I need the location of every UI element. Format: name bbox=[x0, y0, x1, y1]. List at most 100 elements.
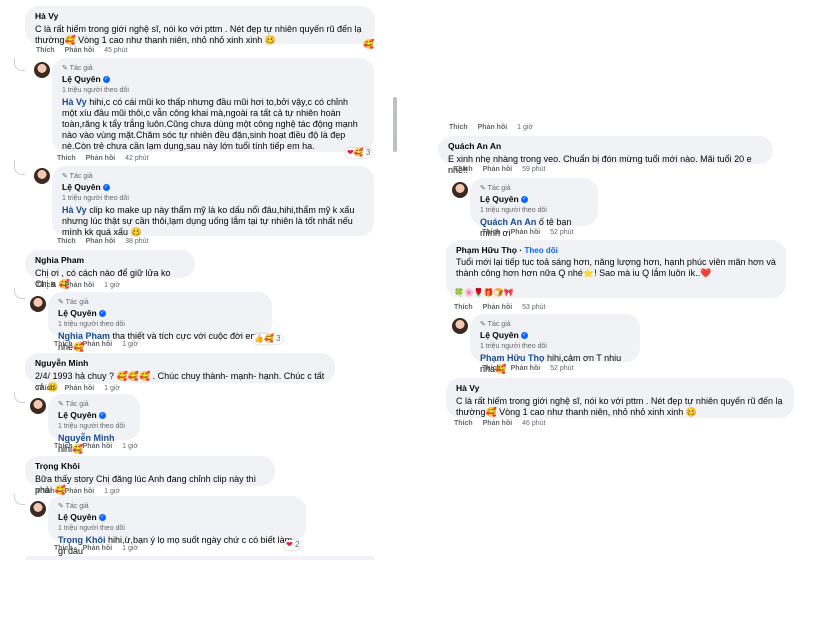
timestamp: 1 giờ bbox=[104, 385, 121, 392]
avatar[interactable] bbox=[34, 168, 50, 184]
followers-count: 1 triệu người theo dõi bbox=[62, 87, 129, 94]
tagged-user[interactable]: Nghia Pham bbox=[58, 331, 110, 341]
author-badge: ✎ Tác giả bbox=[58, 401, 89, 408]
reply-button[interactable]: Phản hồi bbox=[478, 124, 508, 131]
comment-actions: Thích Phản hồi 1 giờ bbox=[36, 282, 128, 289]
avatar[interactable] bbox=[452, 182, 468, 198]
reply-button[interactable]: Phản hồi bbox=[83, 545, 113, 552]
like-button[interactable]: Thích bbox=[36, 385, 55, 392]
verified-icon: ✓ bbox=[98, 412, 106, 420]
comment-author[interactable]: Nghia Pham bbox=[35, 255, 185, 266]
tagged-user[interactable]: Hà Vy bbox=[62, 97, 87, 107]
scrollbar[interactable] bbox=[393, 97, 397, 152]
reply-actions: Thích Phản hồi 1 giờ bbox=[54, 545, 146, 552]
avatar[interactable] bbox=[34, 62, 50, 78]
reaction-count[interactable]: ❤ 2 bbox=[284, 540, 302, 550]
like-button[interactable]: Thích bbox=[36, 47, 55, 54]
avatar[interactable] bbox=[30, 398, 46, 414]
reply-button[interactable]: Phản hồi bbox=[483, 420, 513, 427]
care-reaction-icon: 🥰 bbox=[363, 39, 375, 49]
avatar[interactable] bbox=[30, 296, 46, 312]
reply-button[interactable]: Phản hồi bbox=[65, 47, 95, 54]
author-badge: ✎ Tác giả bbox=[480, 185, 511, 192]
reply-button[interactable]: Phản hồi bbox=[83, 341, 113, 348]
reply-author[interactable]: Lệ Quyên bbox=[58, 410, 97, 420]
timestamp: 1 giờ bbox=[122, 341, 139, 348]
timestamp: 1 giờ bbox=[122, 545, 139, 552]
like-button[interactable]: Thích bbox=[54, 545, 73, 552]
reply-button[interactable]: Phản hồi bbox=[65, 488, 95, 495]
comment-author[interactable]: Phạm Hữu Thọ bbox=[456, 245, 517, 255]
reply-button[interactable]: Phản hồi bbox=[65, 282, 95, 289]
like-button[interactable]: Thích bbox=[454, 304, 473, 311]
comment-text: Tuổi mới lại tiếp tục toả sáng hơn, năng… bbox=[456, 257, 776, 278]
followers-count: 1 triệu người theo dõi bbox=[58, 423, 125, 430]
like-button[interactable]: Thích bbox=[482, 229, 501, 236]
comment-author[interactable]: Hà Vy bbox=[456, 383, 784, 394]
comment-author[interactable]: Nguyễn Minh bbox=[35, 358, 325, 369]
like-button[interactable]: Thích bbox=[54, 443, 73, 450]
reply-button[interactable]: Phản hồi bbox=[86, 238, 116, 245]
reply-button[interactable]: Phản hồi bbox=[511, 365, 541, 372]
like-button[interactable]: Thích bbox=[57, 238, 76, 245]
like-button[interactable]: Thích bbox=[54, 341, 73, 348]
comment-author[interactable]: Hà Vy bbox=[35, 11, 365, 22]
followers-count: 1 triệu người theo dõi bbox=[480, 343, 547, 350]
avatar[interactable] bbox=[30, 501, 46, 517]
reply-text: clip ko make up này thẩm mỹ là ko dấu nổ… bbox=[62, 205, 355, 237]
like-button[interactable]: Thích bbox=[36, 282, 55, 289]
tagged-user[interactable]: Nguyễn Minh bbox=[58, 433, 115, 443]
comment-author[interactable]: Trọng Khôi bbox=[35, 461, 265, 472]
comment-nghia-pham: Nghia Pham Chị ơi , có cách nào để giữ l… bbox=[25, 250, 195, 289]
heart-icon: ❤ bbox=[347, 148, 354, 157]
comment-ha-vy: Hà Vy C là rất hiếm trong giới nghệ sĩ, … bbox=[25, 6, 375, 45]
reply-author[interactable]: Lệ Quyên bbox=[480, 330, 519, 340]
timestamp: 52 phút bbox=[550, 365, 574, 372]
tagged-user[interactable]: Hà Vy bbox=[62, 205, 87, 215]
followers-count: 1 triệu người theo dõi bbox=[62, 195, 129, 202]
reply-author[interactable]: Lệ Quyên bbox=[480, 194, 519, 204]
timestamp: 53 phút bbox=[522, 304, 546, 311]
timestamp: 38 phút bbox=[125, 238, 149, 245]
reply-button[interactable]: Phản hồi bbox=[86, 155, 116, 162]
reply-author[interactable]: Lệ Quyên bbox=[58, 308, 97, 318]
reply-button[interactable]: Phản hồi bbox=[483, 304, 513, 311]
verified-icon: ✓ bbox=[520, 196, 528, 204]
reply-author[interactable]: Lệ Quyên bbox=[62, 182, 101, 192]
timestamp: 1 giờ bbox=[104, 488, 121, 495]
reaction-count[interactable]: ❤🥰 3 bbox=[345, 148, 373, 158]
tagged-user[interactable]: Trọng Khôi bbox=[58, 535, 106, 545]
timestamp: 45 phút bbox=[104, 47, 128, 54]
reply-actions: Thích Phản hồi 1 giờ bbox=[54, 341, 146, 348]
comment-actions: Thích Phản hồi 1 giờ bbox=[36, 488, 128, 495]
reply-button[interactable]: Phản hồi bbox=[83, 443, 113, 450]
tagged-user[interactable]: Quách An An bbox=[480, 217, 536, 227]
emoji-row: 🍀🌸🌹🎁🍞🎀 bbox=[454, 288, 514, 297]
verified-icon: ✓ bbox=[520, 332, 528, 340]
reply-author[interactable]: Lệ Quyên bbox=[58, 512, 97, 522]
thread-line bbox=[14, 58, 25, 71]
followers-count: 1 triệu người theo dõi bbox=[58, 321, 125, 328]
like-button[interactable]: Thích bbox=[57, 155, 76, 162]
reply-button[interactable]: Phản hồi bbox=[483, 166, 513, 173]
reaction-count[interactable]: 👍🥰 3 bbox=[252, 334, 283, 344]
reply-author[interactable]: Lệ Quyên bbox=[62, 74, 101, 84]
comment-text: C là rất hiếm trong giới nghệ sĩ, nói ko… bbox=[35, 24, 362, 45]
avatar[interactable] bbox=[452, 318, 468, 334]
verified-icon: ✓ bbox=[102, 76, 110, 84]
like-button[interactable]: Thích bbox=[36, 488, 55, 495]
tagged-user[interactable]: Phạm Hữu Thọ bbox=[480, 353, 545, 363]
like-button[interactable]: Thích bbox=[454, 166, 473, 173]
follow-button[interactable]: Theo dõi bbox=[525, 246, 558, 255]
comment-author[interactable]: Quách An An bbox=[448, 141, 763, 152]
like-button[interactable]: Thích bbox=[449, 124, 468, 131]
like-button[interactable]: Thích bbox=[454, 420, 473, 427]
reply-button[interactable]: Phản hồi bbox=[511, 229, 541, 236]
like-button[interactable]: Thích bbox=[482, 365, 501, 372]
timestamp: 1 giờ bbox=[104, 282, 121, 289]
comment-actions: Thích Phản hồi 45 phút bbox=[36, 47, 136, 54]
reply-button[interactable]: Phản hồi bbox=[65, 385, 95, 392]
author-badge: ✎ Tác giả bbox=[58, 503, 89, 510]
reply-actions: Thích Phản hồi 52 phút bbox=[482, 365, 582, 372]
followers-count: 1 triệu người theo dõi bbox=[480, 207, 547, 214]
